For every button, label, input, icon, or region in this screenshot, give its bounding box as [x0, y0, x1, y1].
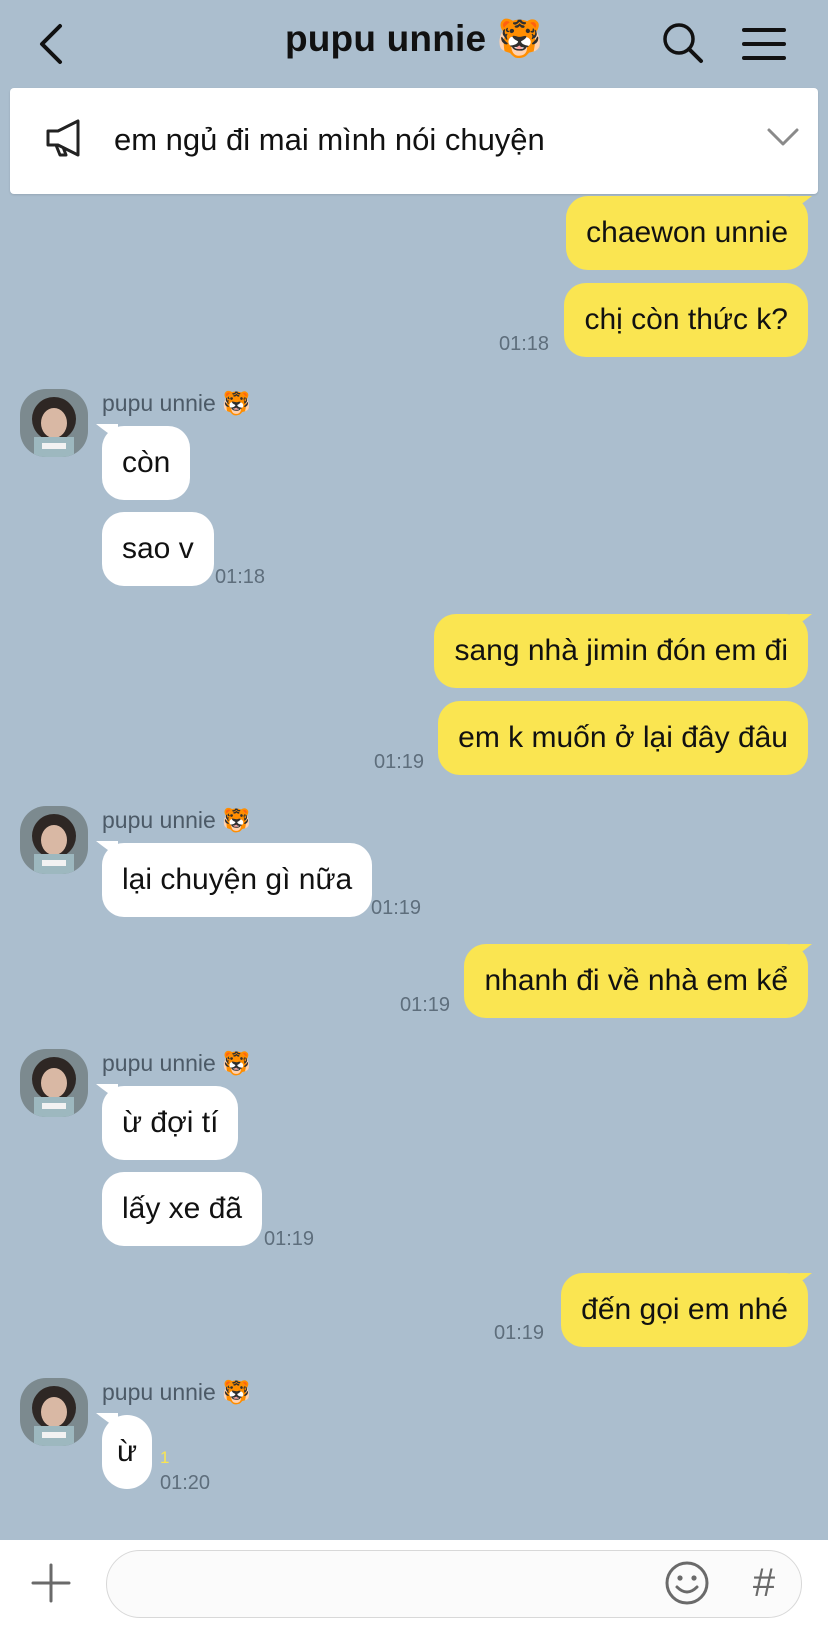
message-timestamp: 01:19: [494, 1322, 545, 1344]
message-bubble-sent[interactable]: em k muốn ở lại đây đâu: [438, 701, 808, 775]
bubble-tail: [96, 1413, 118, 1429]
message-bubble-sent[interactable]: chaewon unnie: [566, 196, 808, 270]
message-input-bar: #: [0, 1540, 828, 1628]
bubble-tail: [790, 196, 812, 212]
plus-icon: [31, 1563, 71, 1603]
bubble-tail: [790, 1273, 812, 1289]
bubble-tail: [790, 614, 812, 630]
attach-button[interactable]: [30, 1562, 72, 1604]
avatar-image: [20, 389, 88, 457]
sender-name: pupu unnie 🐯: [102, 390, 251, 416]
message-timestamp: 01:18: [215, 566, 266, 588]
message-timestamp: 01:19: [400, 994, 451, 1016]
notice-text: em ngủ đi mai mình nói chuyện: [114, 122, 545, 157]
sender-name: pupu unnie 🐯: [102, 807, 251, 833]
search-icon: [663, 23, 703, 63]
message-bubble-received[interactable]: lấy xe đã: [102, 1172, 263, 1246]
chat-header: pupu unnie 🐯: [0, 0, 828, 88]
message-bubble-sent[interactable]: đến gọi em nhé: [561, 1273, 808, 1347]
avatar[interactable]: [20, 389, 88, 457]
avatar-image: [20, 806, 88, 874]
message-timestamp: 01:20: [160, 1472, 211, 1494]
message-timestamp: 01:19: [264, 1228, 315, 1250]
sender-name: pupu unnie 🐯: [102, 1379, 251, 1405]
message-bubble-sent[interactable]: chị còn thức k?: [564, 283, 808, 357]
avatar[interactable]: [20, 1049, 88, 1117]
bubble-tail: [96, 1084, 118, 1100]
message-bubble-received[interactable]: sao v: [102, 512, 214, 586]
avatar-image: [20, 1378, 88, 1446]
message-bubble-sent[interactable]: sang nhà jimin đón em đi: [434, 614, 808, 688]
message-timestamp: 01:19: [371, 897, 422, 919]
bubble-tail: [790, 944, 812, 960]
unread-count: 1: [160, 1448, 170, 1467]
bubble-tail: [96, 424, 118, 440]
hashtag-button[interactable]: #: [744, 1560, 784, 1606]
megaphone-icon: [46, 119, 80, 157]
sender-name: pupu unnie 🐯: [102, 1050, 251, 1076]
hamburger-menu-icon: [742, 28, 786, 60]
search-button[interactable]: [662, 22, 704, 64]
avatar-image: [20, 1049, 88, 1117]
bubble-tail: [96, 841, 118, 857]
message-bubble-received[interactable]: ừ đợi tí: [102, 1086, 239, 1160]
avatar[interactable]: [20, 806, 88, 874]
emoji-button[interactable]: [664, 1560, 710, 1606]
message-timestamp: 01:18: [499, 333, 550, 355]
chevron-down-icon[interactable]: [766, 126, 800, 148]
message-bubble-received[interactable]: lại chuyện gì nữa: [102, 843, 373, 917]
avatar[interactable]: [20, 1378, 88, 1446]
message-timestamp: 01:19: [374, 751, 425, 773]
emoji-smiley-icon: [665, 1561, 709, 1605]
pinned-notice[interactable]: em ngủ đi mai mình nói chuyện: [10, 88, 818, 194]
message-bubble-sent[interactable]: nhanh đi về nhà em kể: [464, 944, 808, 1018]
menu-button[interactable]: [742, 26, 786, 62]
